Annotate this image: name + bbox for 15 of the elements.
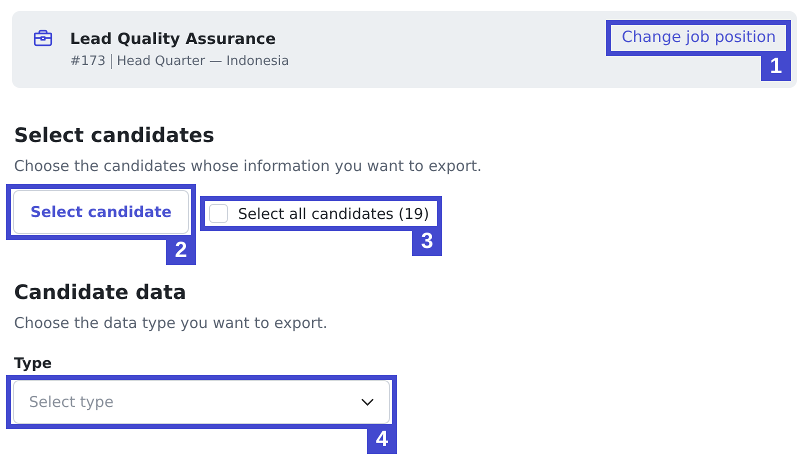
section-description: Choose the data type you want to export. — [14, 314, 328, 332]
job-id: #173 — [70, 54, 106, 69]
select-candidate-button[interactable]: Select candidate — [13, 190, 189, 234]
briefcase-icon — [32, 27, 54, 49]
job-title: Lead Quality Assurance — [70, 30, 277, 48]
change-job-link[interactable]: Change job position — [622, 28, 776, 46]
type-dropdown[interactable]: Select type — [13, 380, 390, 424]
chevron-down-icon — [361, 398, 374, 406]
job-location: Head Quarter — Indonesia — [116, 54, 290, 69]
checkbox[interactable] — [209, 204, 228, 223]
section-heading: Select candidates — [14, 123, 216, 147]
checkbox-label: Select all candidates (19) — [238, 204, 430, 222]
section-heading: Candidate data — [14, 280, 188, 304]
field-label: Type — [14, 356, 53, 372]
section-description: Choose the candidates whose information you want to export. — [14, 157, 483, 175]
